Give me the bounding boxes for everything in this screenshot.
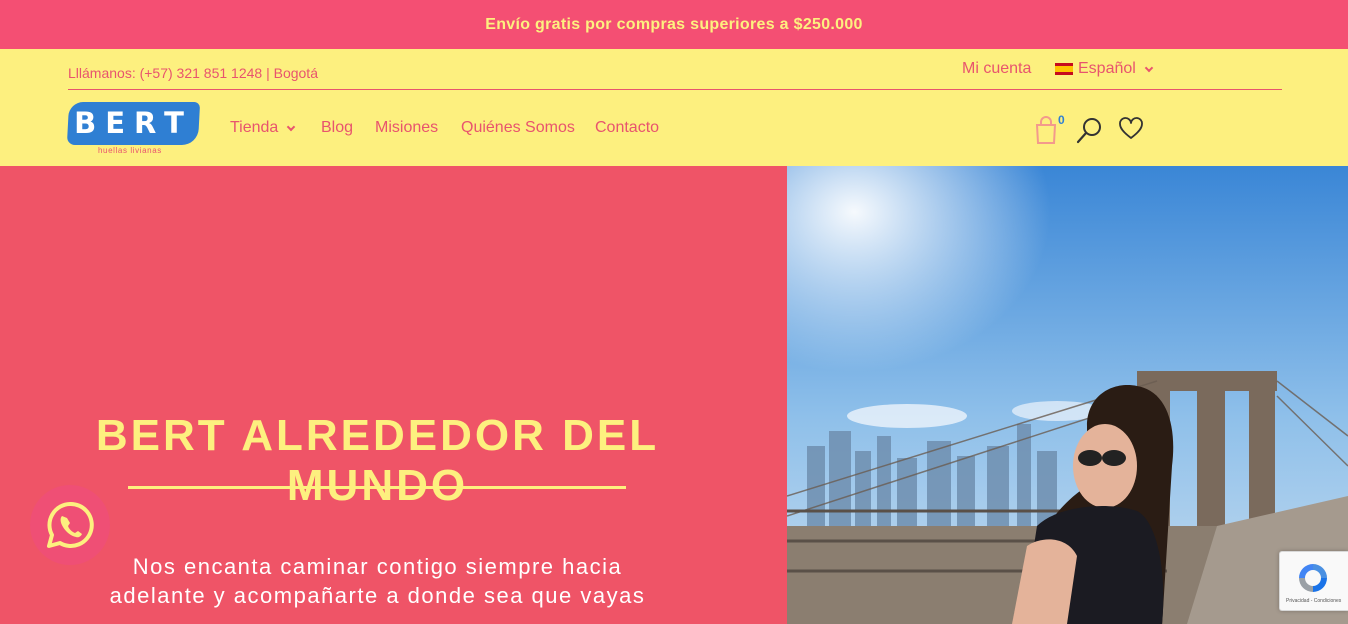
announcement-text: Envío gratis por compras superiores a $2…	[485, 15, 863, 33]
nav-label: Tienda	[230, 119, 279, 136]
hero-subtitle-line1: Nos encanta caminar contigo siempre haci…	[132, 554, 623, 579]
my-account-link[interactable]: Mi cuenta	[962, 60, 1031, 78]
nav-item-blog[interactable]: Blog	[321, 119, 353, 137]
whatsapp-icon	[47, 501, 94, 548]
nav-item-misiones[interactable]: Misiones	[375, 119, 438, 137]
nav-label: Misiones	[375, 119, 439, 136]
site-logo[interactable]: BERT huellas livianas	[66, 102, 201, 155]
nav-label: Quiénes Somos	[461, 119, 575, 136]
search-icon[interactable]	[1076, 116, 1104, 144]
chevron-down-icon	[287, 122, 296, 131]
nav-item-contacto[interactable]: Contacto	[595, 119, 659, 137]
hero-photo	[787, 166, 1348, 624]
nav-label: Blog	[321, 119, 354, 136]
site-header: Lllámanos: (+57) 321 851 1248 | Bogotá M…	[0, 49, 1348, 166]
announcement-bar: Envío gratis por compras superiores a $2…	[0, 0, 1348, 49]
heart-icon[interactable]	[1118, 117, 1144, 141]
shopping-bag-icon[interactable]	[1034, 115, 1058, 145]
hero-subtitle-line2: adelante y acompañarte a donde sea que v…	[109, 583, 646, 608]
hero-divider	[128, 486, 626, 489]
hero-banner: BERT ALREDEDOR DEL MUNDO Nos encanta cam…	[0, 166, 787, 624]
logo-text: BERT	[74, 106, 193, 140]
phone-link[interactable]: Lllámanos: (+57) 321 851 1248 | Bogotá	[68, 65, 318, 81]
recaptcha-badge[interactable]: Privacidad - Condiciones	[1279, 551, 1348, 611]
chevron-down-icon	[1144, 63, 1154, 72]
cart-count-badge: 0	[1058, 113, 1065, 127]
nav-label: Contacto	[595, 119, 660, 136]
header-divider	[68, 89, 1282, 90]
logo-tagline: huellas livianas	[98, 146, 162, 155]
recaptcha-label: Privacidad - Condiciones	[1286, 598, 1342, 604]
nav-item-quienes-somos[interactable]: Quiénes Somos	[461, 119, 575, 137]
nav-item-tienda[interactable]: Tienda	[230, 119, 296, 137]
language-selector[interactable]: Español	[1055, 60, 1154, 78]
whatsapp-button[interactable]	[30, 485, 110, 565]
bridge-photo-illustration	[787, 166, 1348, 624]
hero-subtitle: Nos encanta caminar contigo siempre haci…	[40, 552, 715, 610]
language-label: Español	[1078, 60, 1136, 77]
recaptcha-icon	[1299, 564, 1327, 592]
hero-title: BERT ALREDEDOR DEL MUNDO	[95, 411, 660, 510]
spain-flag-icon	[1055, 63, 1073, 75]
